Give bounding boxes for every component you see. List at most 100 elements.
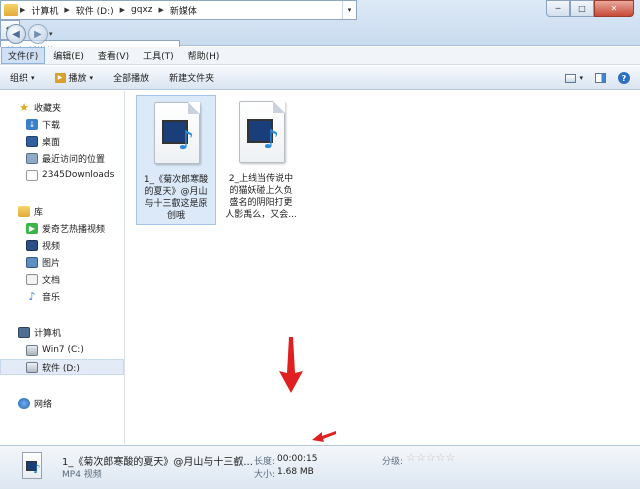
file-name-line: 人影禹么，又会...	[225, 210, 297, 220]
rating-star-icon[interactable]: ☆	[406, 451, 416, 464]
file-name-line: 1_《菊次郎寒酸	[143, 175, 209, 185]
sidebar-network-label: 网络	[34, 399, 53, 410]
play-label: 播放	[68, 74, 87, 84]
play-all-label: 全部播放	[113, 74, 150, 84]
menu-view[interactable]: 查看(V)	[92, 48, 135, 63]
sidebar-item-label: 视频	[42, 241, 61, 252]
forward-button[interactable]: ▶	[28, 24, 48, 44]
recent-pages-chevron-icon[interactable]: ▾	[49, 30, 53, 38]
breadcrumb-gqxz[interactable]: gqxz	[127, 5, 156, 15]
sidebar-item-label: 2345Downloads	[42, 170, 115, 180]
maximize-button[interactable]: □	[570, 0, 594, 17]
annotation-arrow-left-icon	[312, 431, 336, 442]
view-icon	[565, 73, 577, 83]
video-library-icon	[26, 239, 38, 251]
menu-file[interactable]: 文件(F)	[1, 47, 46, 64]
sidebar-item-recent-places[interactable]: 最近访问的位置	[26, 150, 105, 166]
preview-pane-button[interactable]	[595, 73, 606, 83]
sidebar-item-music[interactable]: ♪ 音乐	[26, 288, 60, 304]
folder-icon	[4, 4, 18, 16]
menu-edit[interactable]: 编辑(E)	[47, 48, 90, 63]
close-button[interactable]: ✕	[594, 0, 634, 17]
sidebar-item-label: 音乐	[42, 292, 61, 303]
view-controls: ▾ ?	[565, 66, 630, 90]
sidebar-item-label: 图片	[42, 258, 61, 269]
breadcrumb-separator-icon: ▶	[119, 6, 126, 14]
video-file-icon: ♪	[22, 452, 46, 482]
sidebar-item-drive-d[interactable]: 软件 (D:)	[0, 359, 124, 375]
annotation-arrow-down-icon	[279, 337, 303, 393]
sidebar-item-downloads[interactable]: ↓ 下载	[26, 116, 60, 132]
change-view-button[interactable]: ▾	[565, 73, 583, 83]
sidebar-item-iqiyi-videos[interactable]: ▶ 爱奇艺热播视频	[26, 220, 105, 236]
sidebar-favorites[interactable]: ★ 收藏夹	[18, 99, 61, 115]
address-bar[interactable]: ▶ 计算机 ▶ 软件 (D:) ▶ gqxz ▶ 新媒体 ▾	[0, 0, 357, 20]
sidebar-favorites-label: 收藏夹	[34, 103, 62, 114]
details-pane: ♪ 1_《菊次郎寒酸的夏天》@月山与十三叡... MP4 视频 长度: 00:0…	[0, 445, 640, 489]
new-folder-button[interactable]: 新建文件夹	[159, 71, 224, 84]
sidebar-network[interactable]: 网络	[18, 395, 52, 411]
picture-library-icon	[26, 256, 38, 268]
rating-star-icon[interactable]: ☆	[446, 451, 456, 464]
address-dropdown-icon[interactable]: ▾	[342, 1, 356, 19]
breadcrumb-computer[interactable]: 计算机	[27, 4, 62, 17]
drive-icon	[26, 361, 38, 373]
window-controls: ─ □ ✕	[546, 0, 634, 17]
rating-stars[interactable]: ☆☆☆☆☆	[406, 451, 455, 464]
desktop-icon	[26, 135, 38, 147]
rating-star-icon[interactable]: ☆	[416, 451, 426, 464]
command-bar: 组织 ▾ ▶ 播放 ▾ 全部播放 新建文件夹 ▾ ?	[0, 66, 640, 90]
breadcrumb-separator-icon: ▶	[158, 6, 164, 14]
chevron-down-icon: ▾	[89, 73, 94, 82]
sidebar-item-desktop[interactable]: 桌面	[26, 133, 60, 149]
sidebar-item-pictures[interactable]: 图片	[26, 254, 60, 270]
sidebar-item-2345downloads[interactable]: 2345Downloads	[26, 167, 114, 183]
breadcrumb-drive-d[interactable]: 软件 (D:)	[72, 4, 118, 17]
details-size-value: 1.68 MB	[277, 467, 314, 477]
iqiyi-icon: ▶	[26, 222, 38, 234]
play-button[interactable]: ▶ 播放 ▾	[45, 71, 104, 84]
chevron-down-icon: ▾	[31, 73, 35, 82]
file-list: ♪ 1_《菊次郎寒酸 的夏天》@月山 与十三叡这是原 创哦 ♪ 2_上线当传说中…	[126, 91, 640, 444]
sidebar-item-label: 下载	[42, 120, 61, 131]
forward-arrow-icon: ▶	[34, 28, 42, 40]
details-size-label: 大小:	[254, 470, 276, 480]
sidebar-item-documents[interactable]: 文档	[26, 271, 60, 287]
sidebar-item-label: Win7 (C:)	[42, 345, 84, 355]
play-all-button[interactable]: 全部播放	[103, 71, 159, 84]
back-button[interactable]: ◀	[6, 24, 26, 44]
rating-star-icon[interactable]: ☆	[426, 451, 436, 464]
file-name-line: 的猫妖碰上久负	[229, 186, 293, 196]
star-icon: ★	[19, 100, 29, 114]
breadcrumb-separator-icon: ▶	[64, 6, 70, 14]
play-icon: ▶	[54, 72, 66, 83]
rating-star-icon[interactable]: ☆	[436, 451, 446, 464]
library-icon	[18, 205, 30, 217]
menu-bar: 文件(F) 编辑(E) 查看(V) 工具(T) 帮助(H)	[0, 47, 640, 65]
sidebar-libraries[interactable]: 库	[18, 203, 43, 219]
sidebar-item-label: 文档	[42, 275, 61, 286]
new-folder-label: 新建文件夹	[169, 74, 215, 84]
minimize-button[interactable]: ─	[546, 0, 570, 17]
breadcrumb-current-folder[interactable]: 新媒体	[166, 4, 201, 17]
file-item-video-2[interactable]: ♪ 2_上线当传说中 的猫妖碰上久负 盛名的阴阳打更 人影禹么，又会...	[221, 95, 301, 225]
document-library-icon	[26, 273, 38, 285]
file-item-video-1[interactable]: ♪ 1_《菊次郎寒酸 的夏天》@月山 与十三叡这是原 创哦	[136, 95, 216, 225]
details-file-type: MP4 视频	[62, 470, 102, 480]
drive-icon	[26, 344, 38, 356]
title-bar: ─ □ ✕ ◀ ▶ ▾ ▶ 计算机 ▶ 软件 (D:) ▶ gqxz ▶ 新媒体…	[0, 0, 640, 60]
organize-button[interactable]: 组织 ▾	[0, 71, 45, 85]
menu-tools[interactable]: 工具(T)	[137, 48, 180, 63]
details-length-value: 00:00:15	[277, 454, 318, 464]
sidebar-item-label: 最近访问的位置	[42, 154, 106, 165]
sidebar-item-drive-c[interactable]: Win7 (C:)	[26, 342, 84, 358]
details-file-name: 1_《菊次郎寒酸的夏天》@月山与十三叡...	[62, 457, 253, 468]
file-name-line: 的夏天》@月山	[144, 187, 208, 197]
sidebar-item-videos[interactable]: 视频	[26, 237, 60, 253]
help-icon[interactable]: ?	[618, 72, 630, 84]
sidebar-computer[interactable]: 计算机	[18, 324, 61, 340]
menu-help[interactable]: 帮助(H)	[182, 48, 226, 63]
organize-label: 组织	[10, 74, 29, 84]
recent-places-icon	[26, 152, 38, 164]
sidebar-libraries-label: 库	[34, 207, 44, 218]
